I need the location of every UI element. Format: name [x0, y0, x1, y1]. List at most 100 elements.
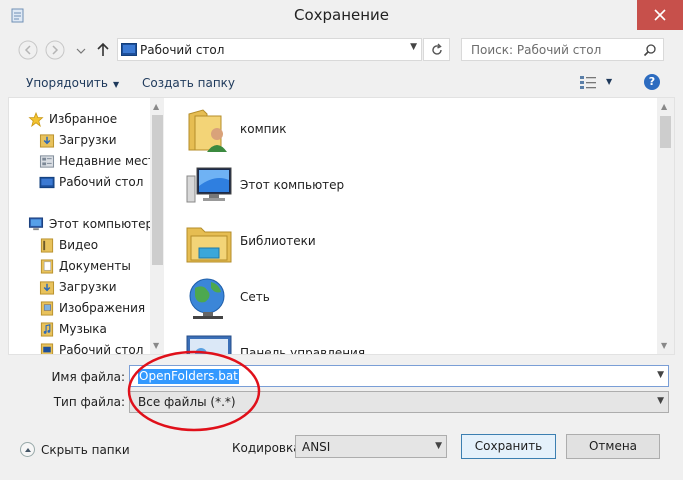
caret-down-icon: ▼ [112, 80, 120, 89]
chevron-down-icon[interactable]: ▼ [657, 370, 664, 380]
file-type-label: Тип файла: [53, 395, 125, 409]
address-text: Рабочий стол [140, 43, 225, 57]
scroll-up-icon[interactable]: ▲ [153, 102, 159, 111]
nav-item-label: Музыка [59, 322, 107, 336]
file-name-value: OpenFolders.bat [138, 369, 239, 384]
nav-item-label: Документы [59, 259, 131, 273]
nav-item-recent-places[interactable]: Недавние места [9, 151, 162, 172]
control-panel-icon [186, 335, 232, 354]
window-title: Сохранение [293, 6, 390, 24]
nav-item-desktop-pc[interactable]: Рабочий стол [9, 340, 149, 354]
chevron-down-icon[interactable]: ▼ [435, 441, 442, 451]
collapse-icon [20, 442, 35, 457]
view-caret-icon[interactable]: ▼ [606, 77, 612, 86]
file-item-this-pc[interactable]: Этот компьютер [183, 160, 623, 214]
network-icon [189, 278, 225, 319]
music-icon [40, 322, 54, 337]
up-button[interactable] [94, 39, 112, 61]
nav-item-this-pc[interactable]: Этот компьютер [9, 214, 153, 235]
user-folder-icon [188, 109, 227, 152]
chevron-down-icon[interactable]: ▼ [410, 42, 417, 52]
nav-item-pictures[interactable]: Изображения [9, 298, 149, 319]
videos-icon [40, 238, 54, 253]
forward-button[interactable] [44, 39, 66, 61]
view-options-icon[interactable] [580, 76, 598, 90]
scroll-up-icon[interactable]: ▲ [661, 102, 667, 111]
nav-pane-scrollbar[interactable]: ▲ ▼ [150, 98, 164, 354]
navigation-pane: Избранное Загрузки Недавние места Рабочи… [9, 98, 164, 354]
file-item-user-folder[interactable]: компик [183, 104, 623, 158]
new-folder-button[interactable]: Создать папку [142, 76, 235, 90]
nav-item-label: Изображения [59, 301, 146, 315]
desktop-icon [121, 43, 137, 56]
file-list-scrollbar[interactable]: ▲ ▼ [657, 98, 674, 354]
chevron-down-icon[interactable]: ▼ [657, 396, 664, 406]
file-name-label: Имя файла: [51, 370, 125, 384]
help-icon[interactable]: ? [644, 74, 660, 90]
nav-scroll-thumb[interactable] [152, 115, 163, 265]
search-input[interactable]: Поиск: Рабочий стол [461, 38, 664, 61]
nav-item-label: Рабочий стол [59, 175, 144, 189]
pictures-icon [40, 301, 54, 316]
nav-item-label: Недавние места [59, 154, 163, 168]
encoding-label: Кодировка: [232, 441, 305, 455]
encoding-select[interactable]: ANSI ▼ [295, 435, 447, 458]
hide-folders-button[interactable]: Скрыть папки [20, 441, 130, 459]
libraries-icon [186, 227, 232, 263]
nav-item-label: Этот компьютер [49, 217, 154, 231]
file-label: Сеть [240, 290, 270, 304]
file-type-value: Все файлы (*.*) [138, 395, 236, 409]
scroll-down-icon[interactable]: ▼ [153, 341, 159, 350]
file-label: компик [240, 122, 287, 136]
desktop-icon [39, 176, 55, 189]
nav-item-label: Загрузки [59, 133, 117, 147]
file-item-libraries[interactable]: Библиотеки [183, 216, 623, 270]
search-placeholder: Поиск: Рабочий стол [471, 43, 602, 57]
hide-folders-label: Скрыть папки [41, 443, 130, 457]
recent-locations-dropdown[interactable] [74, 39, 88, 61]
file-label: Библиотеки [240, 234, 316, 248]
file-label: Этот компьютер [240, 178, 345, 192]
documents-icon [40, 259, 54, 274]
computer-icon [186, 167, 232, 203]
nav-item-favorites[interactable]: Избранное [9, 109, 149, 130]
nav-item-music[interactable]: Музыка [9, 319, 149, 340]
file-type-select[interactable]: Все файлы (*.*) ▼ [129, 391, 669, 413]
refresh-button[interactable] [423, 38, 450, 61]
nav-item-documents[interactable]: Документы [9, 256, 149, 277]
nav-item-label: Видео [59, 238, 99, 252]
save-button[interactable]: Сохранить [461, 434, 556, 459]
organize-menu[interactable]: Упорядочить ▼ [26, 76, 119, 90]
downloads-icon [39, 281, 55, 295]
content-area: Избранное Загрузки Недавние места Рабочи… [8, 97, 675, 355]
organize-label: Упорядочить [26, 76, 108, 90]
back-button[interactable] [17, 39, 39, 61]
file-scroll-thumb[interactable] [660, 116, 671, 148]
file-list: компик Этот компьютер Библиотеки Сеть Па… [167, 98, 657, 354]
title-bar: Сохранение [0, 0, 683, 32]
scroll-down-icon[interactable]: ▼ [661, 341, 667, 350]
desktop-icon [40, 343, 54, 354]
file-name-input[interactable]: OpenFolders.bat ▼ [129, 365, 669, 387]
nav-item-downloads[interactable]: Загрузки [9, 130, 149, 151]
encoding-value: ANSI [302, 440, 331, 454]
navigation-bar: Рабочий стол ▼ Поиск: Рабочий стол [0, 32, 683, 66]
nav-item-downloads-pc[interactable]: Загрузки [9, 277, 149, 298]
file-item-control-panel[interactable]: Панель управления [183, 328, 623, 354]
nav-item-videos[interactable]: Видео [9, 235, 149, 256]
nav-item-label: Рабочий стол [59, 343, 144, 354]
nav-item-label: Загрузки [59, 280, 117, 294]
cancel-button[interactable]: Отмена [566, 434, 660, 459]
command-toolbar: Упорядочить ▼ Создать папку ▼ ? [0, 68, 683, 98]
close-icon [654, 9, 666, 21]
star-icon [28, 112, 44, 127]
nav-item-desktop[interactable]: Рабочий стол [9, 172, 149, 193]
file-item-network[interactable]: Сеть [183, 272, 623, 326]
recent-places-icon [39, 155, 55, 168]
computer-icon [28, 217, 44, 231]
search-icon [643, 44, 656, 57]
nav-item-label: Избранное [49, 112, 118, 126]
close-button[interactable] [637, 0, 683, 30]
downloads-icon [39, 134, 55, 148]
address-bar[interactable]: Рабочий стол ▼ [117, 38, 422, 61]
